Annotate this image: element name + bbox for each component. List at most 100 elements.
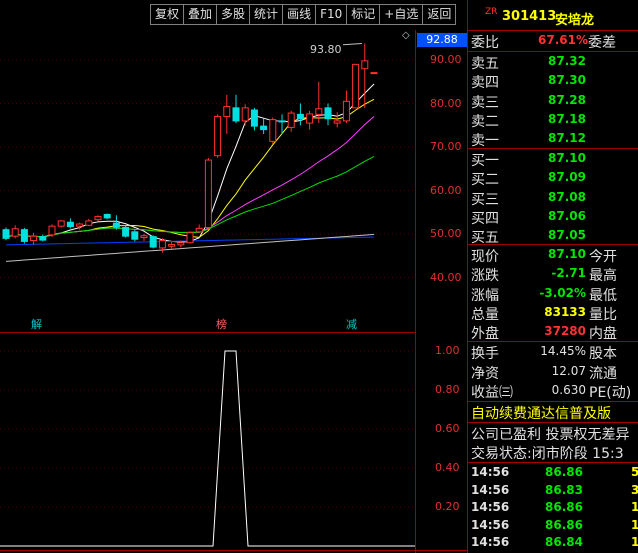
bid-price[interactable]: 87.08 bbox=[548, 190, 586, 204]
ask-row: 卖三 87.28 bbox=[469, 91, 638, 111]
candle-body bbox=[20, 229, 28, 242]
candle-body bbox=[195, 227, 203, 233]
quote-label-right: 最高 bbox=[589, 268, 617, 285]
candle-body bbox=[2, 229, 10, 239]
candle-body bbox=[131, 231, 139, 240]
candle-body bbox=[306, 113, 314, 124]
quote-row: 外盘 37280 内盘 bbox=[469, 322, 638, 342]
candle-body bbox=[11, 228, 19, 237]
tick-volume: 1 bbox=[631, 500, 638, 515]
indicator-axis-label: 0.60 bbox=[435, 422, 460, 435]
ask-price[interactable]: 87.30 bbox=[548, 73, 586, 87]
candle-body bbox=[250, 109, 258, 127]
candle-body bbox=[361, 60, 369, 70]
bid-label: 买二 bbox=[471, 172, 499, 189]
ask-row: 卖五 87.32 bbox=[469, 52, 638, 72]
ask-price[interactable]: 87.32 bbox=[548, 54, 586, 68]
tick-row: 14:56 86.83 3 bbox=[469, 482, 638, 499]
quote-row: 涨幅 -3.02% 最低 bbox=[469, 284, 638, 304]
candlestick-series bbox=[2, 43, 378, 253]
candle-body bbox=[214, 116, 222, 157]
signal-bang: 榜 bbox=[216, 318, 227, 331]
bid-row: 买一 87.10 bbox=[469, 149, 638, 169]
candle-body bbox=[30, 235, 38, 242]
fundamental-label-right: PE(动) bbox=[589, 385, 632, 401]
bid-label: 买一 bbox=[471, 153, 499, 169]
bid-price[interactable]: 87.09 bbox=[548, 170, 586, 184]
tick-time: 14:56 bbox=[471, 517, 510, 532]
current-price-marker: 92.88 bbox=[417, 33, 467, 47]
bid-label: 买三 bbox=[471, 191, 499, 208]
tick-price: 86.84 bbox=[545, 535, 583, 550]
fundamental-label: 收益㈢ bbox=[471, 385, 513, 401]
price-axis-label: 70.00 bbox=[430, 140, 462, 153]
price-axis-label: 60.00 bbox=[430, 183, 462, 197]
tick-price: 86.86 bbox=[545, 517, 583, 532]
price-axis-label: 90.00 bbox=[430, 53, 462, 66]
candle-body bbox=[48, 225, 56, 236]
ma20-line bbox=[5, 116, 375, 239]
company-notice: 公司已盈利 投票权无差异 bbox=[471, 427, 630, 443]
bid-price[interactable]: 87.10 bbox=[548, 151, 586, 165]
ask-price[interactable]: 87.28 bbox=[548, 93, 586, 107]
tick-time: 14:56 bbox=[471, 535, 510, 550]
signal-jian: 减 bbox=[346, 318, 357, 331]
bid-price[interactable]: 87.06 bbox=[548, 209, 586, 223]
stock-code: 301413 bbox=[502, 9, 557, 24]
ask-price[interactable]: 87.12 bbox=[548, 131, 586, 145]
indicator-axis-label: 0.80 bbox=[435, 383, 460, 396]
tick-time: 14:56 bbox=[471, 465, 510, 479]
ask-label: 卖三 bbox=[471, 94, 499, 111]
tick-price: 86.86 bbox=[545, 465, 583, 479]
indicator-axis-label: 0.40 bbox=[435, 461, 460, 474]
price-axis-label: 80.00 bbox=[430, 96, 462, 110]
ask-price[interactable]: 87.18 bbox=[548, 112, 586, 126]
weidiff-label: 委差 bbox=[588, 35, 616, 51]
ask-row: 卖二 87.18 bbox=[469, 110, 638, 130]
quote-label-right: 今开 bbox=[589, 249, 617, 265]
candle-body bbox=[112, 222, 120, 228]
candle-body bbox=[168, 243, 176, 247]
trade-status: 交易状态:闭市阶段 15:3 bbox=[471, 443, 638, 463]
tick-volume: 5 bbox=[631, 465, 638, 479]
candle-body bbox=[315, 108, 323, 115]
indicator-line bbox=[0, 350, 415, 547]
candle-body bbox=[94, 216, 102, 221]
quote-value: 87.10 bbox=[548, 247, 586, 261]
chart-settings-icon[interactable]: ◇ bbox=[402, 30, 410, 41]
tick-price: 86.83 bbox=[545, 482, 583, 497]
candle-body bbox=[204, 159, 212, 228]
indicator-signal-line bbox=[0, 350, 415, 547]
ask-label: 卖二 bbox=[471, 113, 499, 130]
quote-label: 涨跌 bbox=[471, 268, 499, 285]
quote-label: 总量 bbox=[471, 306, 499, 323]
candle-body bbox=[352, 63, 360, 109]
candle-body bbox=[177, 242, 185, 246]
tick-row: 14:56 86.86 1 bbox=[469, 499, 638, 516]
quote-label-right: 最低 bbox=[589, 287, 617, 304]
fundamental-value: 12.07 bbox=[551, 363, 586, 378]
candle-body bbox=[76, 223, 84, 227]
fundamental-label-right: 流通 bbox=[589, 365, 617, 382]
indicator-axis-label: 1.00 bbox=[435, 344, 460, 357]
stock-prefix: ZR bbox=[485, 7, 498, 17]
tick-volume: 3 bbox=[631, 482, 638, 497]
candle-body bbox=[241, 107, 249, 122]
weibi-row: 委比 67.61% 委差 bbox=[469, 31, 638, 51]
candle-body bbox=[269, 119, 277, 142]
tick-row: 14:56 86.86 1 bbox=[469, 517, 638, 534]
candle-body bbox=[39, 236, 47, 241]
price-axis-label: 50.00 bbox=[430, 227, 462, 240]
stock-name: 安培龙 bbox=[555, 13, 595, 28]
trade-status-value: 闭市阶段 15:3 bbox=[531, 446, 624, 462]
news-ticker[interactable]: 自动续费通达信普及版 bbox=[471, 403, 638, 423]
quote-label: 涨幅 bbox=[471, 287, 499, 304]
candle-body bbox=[333, 120, 341, 124]
bid-row: 买五 87.05 bbox=[469, 226, 638, 246]
quote-row: 涨跌 -2.71 最高 bbox=[469, 264, 638, 285]
bid-price[interactable]: 87.05 bbox=[548, 228, 586, 242]
candle-body bbox=[186, 232, 194, 244]
fundamental-value: 0.630 bbox=[551, 383, 586, 397]
weibi-label: 委比 bbox=[471, 35, 499, 51]
candle-body bbox=[324, 107, 332, 120]
